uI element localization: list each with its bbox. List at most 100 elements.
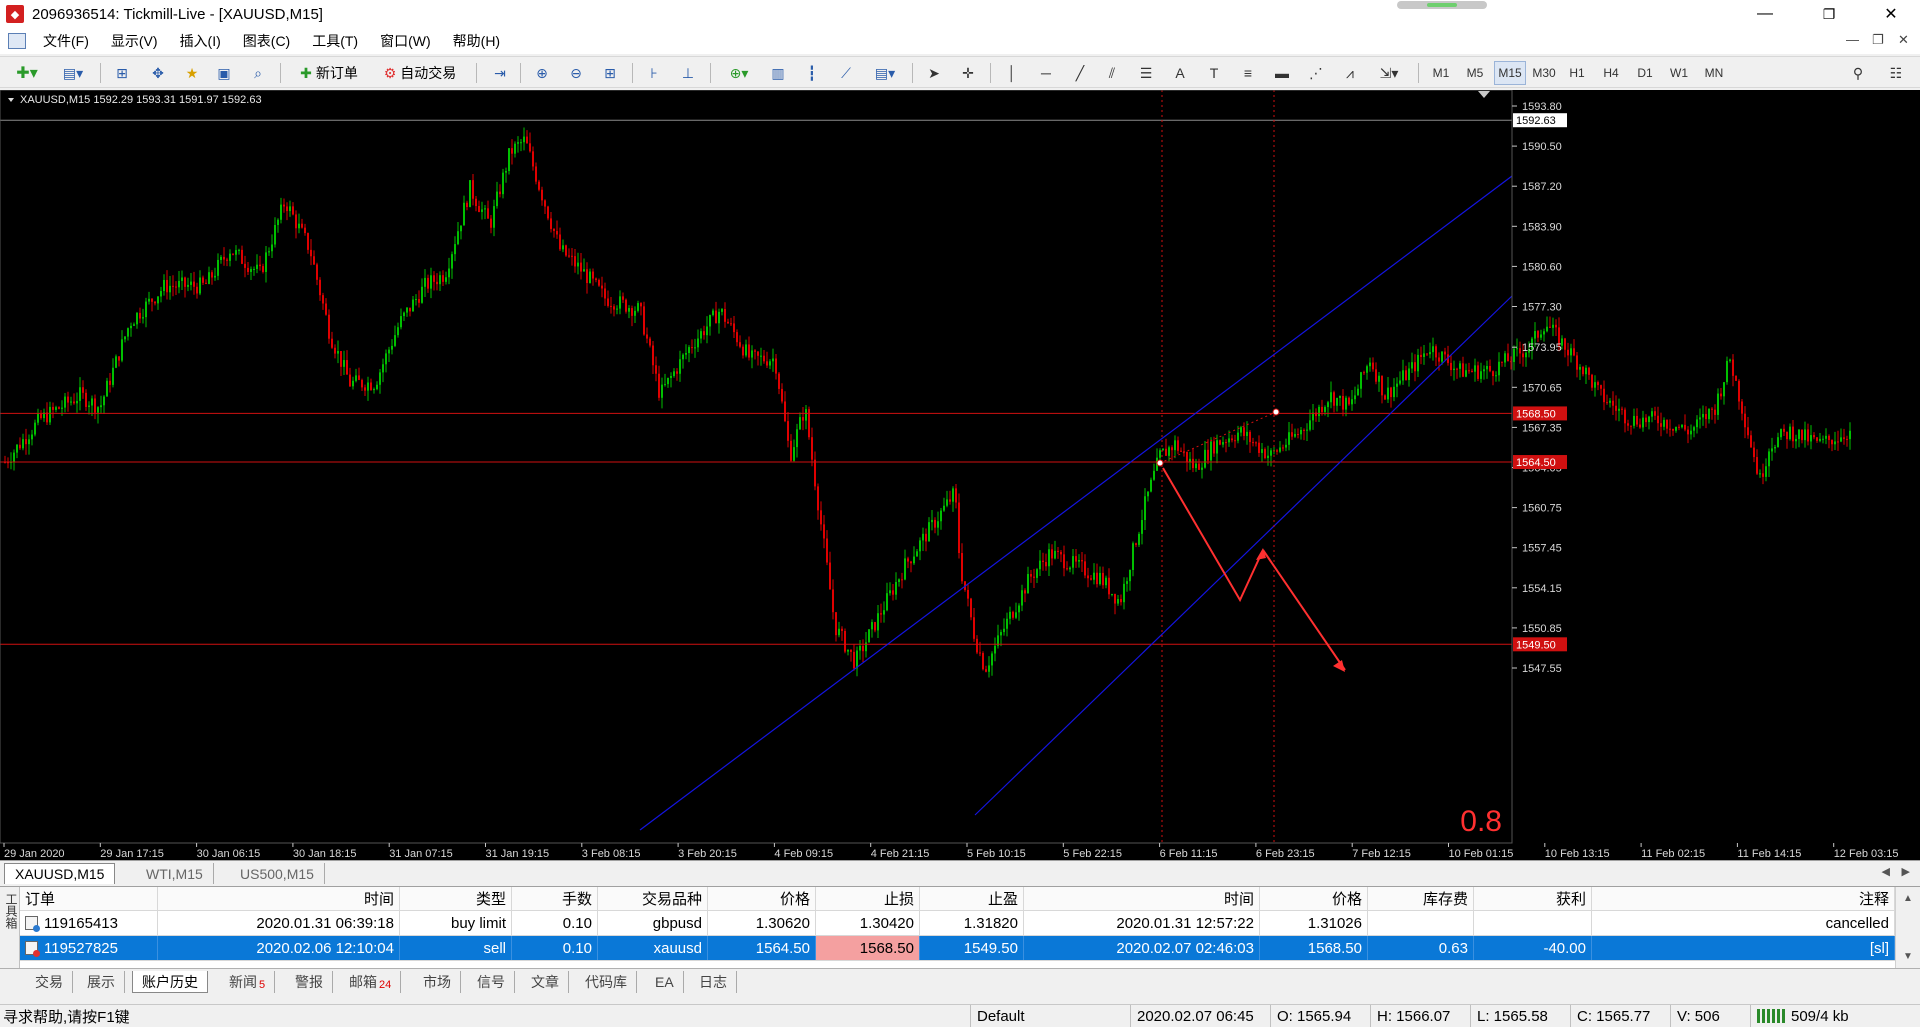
chart-tab-us500[interactable]: US500,M15	[230, 863, 325, 884]
timeframe-m1[interactable]: M1	[1426, 61, 1456, 85]
text-label-icon[interactable]: T	[1202, 61, 1226, 85]
col-time[interactable]: 时间	[158, 887, 400, 910]
chart-shift-icon[interactable]: ⇥	[488, 61, 512, 85]
col-comment[interactable]: 注释	[1592, 887, 1895, 910]
period-separator-icon[interactable]: ⊥	[676, 61, 700, 85]
gann-icon[interactable]: ⋰	[1304, 61, 1328, 85]
fibo-fan-icon[interactable]: ≡	[1236, 61, 1260, 85]
profiles-icon[interactable]: ▤▾	[54, 61, 92, 85]
community-icon[interactable]: ☷	[1884, 61, 1908, 85]
tab-ea[interactable]: EA	[646, 971, 684, 993]
timeframe-m5[interactable]: M5	[1460, 61, 1490, 85]
arrows-icon[interactable]: ⇲▾	[1370, 61, 1408, 85]
col-close-price[interactable]: 价格	[1260, 887, 1368, 910]
mdi-minimize-button[interactable]: —	[1846, 32, 1859, 47]
text-icon[interactable]: A	[1168, 61, 1192, 85]
table-row[interactable]: 119165413 2020.01.31 06:39:18 buy limit …	[20, 911, 1895, 936]
trendline-icon[interactable]: ╱	[1068, 61, 1092, 85]
menu-help[interactable]: 帮助(H)	[442, 31, 511, 51]
timeframe-d1[interactable]: D1	[1630, 61, 1660, 85]
col-price[interactable]: 价格	[708, 887, 816, 910]
horizontal-line-icon[interactable]: ─	[1034, 61, 1058, 85]
pitchfork-icon[interactable]: ⩘	[1338, 61, 1362, 85]
scroll-up-icon[interactable]: ▲	[1903, 893, 1913, 904]
menu-tools[interactable]: 工具(T)	[301, 31, 369, 51]
minimize-button[interactable]: —	[1736, 0, 1794, 28]
status-connection[interactable]: 509/4 kb	[1750, 1005, 1920, 1027]
close-button[interactable]: ✕	[1862, 0, 1920, 28]
window-grip[interactable]	[1397, 1, 1487, 9]
col-swap[interactable]: 库存费	[1368, 887, 1474, 910]
fibonacci-icon[interactable]: ☰	[1134, 61, 1158, 85]
new-chart-icon[interactable]: ✚▾	[8, 61, 46, 85]
menu-charts[interactable]: 图表(C)	[232, 31, 301, 51]
timeframe-h1[interactable]: H1	[1562, 61, 1592, 85]
navigator-icon[interactable]: ✥	[146, 61, 170, 85]
rectangle-icon[interactable]: ▬	[1270, 61, 1294, 85]
tab-account-history[interactable]: 账户历史	[132, 971, 208, 993]
restore-button[interactable]: ❐	[1800, 0, 1858, 28]
tab-signals[interactable]: 信号	[468, 971, 515, 993]
zoom-in-icon[interactable]: ⊕	[530, 61, 554, 85]
tester-icon[interactable]: ⌕	[246, 61, 270, 85]
tab-scroll-left-icon[interactable]: ◀	[1882, 865, 1890, 878]
favorites-icon[interactable]: ★	[180, 61, 204, 85]
tab-alerts[interactable]: 警报	[286, 971, 333, 993]
indicators-icon[interactable]: ⊕▾	[720, 61, 758, 85]
timeframe-w1[interactable]: W1	[1664, 61, 1694, 85]
templates-icon[interactable]: ▤▾	[866, 61, 904, 85]
tab-journal[interactable]: 日志	[690, 971, 737, 993]
candle-body	[559, 234, 561, 250]
crosshair-icon[interactable]: ✛	[956, 61, 980, 85]
zoom-out-icon[interactable]: ⊖	[564, 61, 588, 85]
cursor-icon[interactable]: ➤	[922, 61, 946, 85]
tab-scroll-right-icon[interactable]: ▶	[1902, 865, 1910, 878]
chart-tab-wti[interactable]: WTI,M15	[136, 863, 214, 884]
timeframe-m15[interactable]: M15	[1494, 61, 1526, 85]
col-tp[interactable]: 止盈	[920, 887, 1024, 910]
timeframe-h4[interactable]: H4	[1596, 61, 1626, 85]
tab-trade[interactable]: 交易	[26, 971, 73, 993]
chart-tab-xauusd[interactable]: XAUUSD,M15	[4, 863, 116, 884]
menu-view[interactable]: 显示(V)	[100, 31, 169, 51]
tab-exposure[interactable]: 展示	[78, 971, 125, 993]
line-chart-icon[interactable]: ⟋	[834, 61, 858, 85]
market-watch-icon[interactable]: ⊞	[110, 61, 134, 85]
candlestick-icon[interactable]: ┇	[800, 61, 824, 85]
bar-chart-icon[interactable]: ▥	[766, 61, 790, 85]
col-close-time[interactable]: 时间	[1024, 887, 1260, 910]
table-row-selected[interactable]: 119527825 2020.02.06 12:10:04 sell 0.10 …	[20, 936, 1895, 961]
document-icon[interactable]	[8, 33, 26, 49]
search-icon[interactable]: ⚲	[1846, 61, 1870, 85]
menu-file[interactable]: 文件(F)	[32, 31, 100, 51]
menu-insert[interactable]: 插入(I)	[169, 31, 232, 51]
tab-news[interactable]: 新闻 5	[220, 971, 276, 993]
tab-mailbox[interactable]: 邮箱 24	[340, 971, 402, 993]
autoscroll-icon[interactable]: ⊦	[642, 61, 666, 85]
col-profit[interactable]: 获利	[1474, 887, 1592, 910]
channel-icon[interactable]: ⫽	[1100, 61, 1124, 85]
menu-window[interactable]: 窗口(W)	[369, 31, 442, 51]
vertical-line-icon[interactable]: │	[1000, 61, 1024, 85]
col-type[interactable]: 类型	[400, 887, 512, 910]
terminal-icon[interactable]: ▣	[212, 61, 236, 85]
terminal-scrollbar[interactable]: ▲ ▼	[1895, 887, 1920, 969]
chart-canvas[interactable]: 1593.80 1590.50 1587.20 1583.90 1580.60 1577.…	[0, 90, 1920, 860]
price-chart[interactable]: 1593.80 1590.50 1587.20 1583.90 1580.60 1577.…	[0, 90, 1920, 860]
col-order[interactable]: 订单	[20, 887, 158, 910]
tab-code-base[interactable]: 代码库	[576, 971, 637, 993]
timeframe-m30[interactable]: M30	[1528, 61, 1560, 85]
col-symbol[interactable]: 交易品种	[598, 887, 708, 910]
tab-market[interactable]: 市场	[414, 971, 461, 993]
new-order-button[interactable]: ✚ 新订单	[290, 61, 368, 85]
tab-articles[interactable]: 文章	[522, 971, 569, 993]
mdi-restore-button[interactable]: ❐	[1872, 32, 1884, 48]
auto-trading-button[interactable]: ⚙ 自动交易	[374, 61, 466, 85]
col-lots[interactable]: 手数	[512, 887, 598, 910]
tile-windows-icon[interactable]: ⊞	[598, 61, 622, 85]
toolbox-handle[interactable]: 工具箱	[0, 887, 20, 969]
scroll-down-icon[interactable]: ▼	[1903, 951, 1913, 962]
col-sl[interactable]: 止损	[816, 887, 920, 910]
timeframe-mn[interactable]: MN	[1698, 61, 1730, 85]
mdi-close-button[interactable]: ✕	[1898, 32, 1909, 48]
